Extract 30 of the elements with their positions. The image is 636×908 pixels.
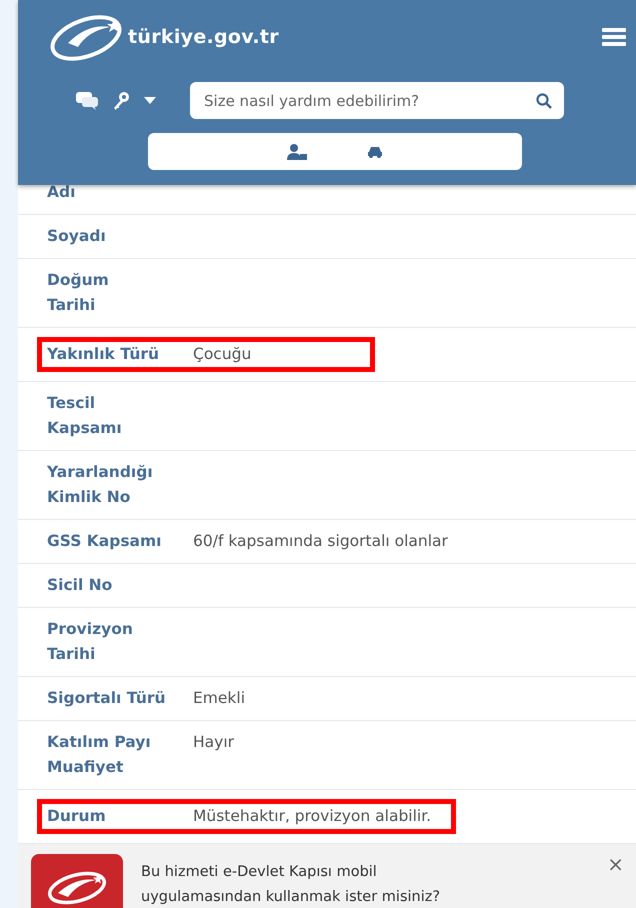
field-value: Hayır [193,732,234,753]
search-icon[interactable] [536,93,552,109]
field-label: Durum [47,806,107,827]
field-value: 60/f kapsamında sigortalı olanlar [193,531,448,552]
field-label: Katılım Payı Muafiyet [47,732,152,778]
app-icon[interactable] [31,854,123,908]
menu-icon[interactable] [602,27,626,47]
field-value: Müstehaktır, provizyon alabilir. [193,806,432,827]
field-label: Provizyon Tarihi [47,619,134,665]
key-icon[interactable] [112,90,130,110]
field-label: Yararlandığı Kimlik No [47,462,154,508]
user-bar[interactable] [148,133,522,170]
field-label: Yakınlık Türü [47,344,160,365]
caret-icon[interactable] [144,97,156,104]
field-label: Sicil No [47,575,114,596]
banner-text: Bu hizmeti e-Devlet Kapısı mobil uygulamasından kullanmak ister misiniz? [141,863,442,907]
field-label: Tescil Kapsamı [47,393,123,439]
field-label: Sigortalı Türü [47,688,167,709]
car-icon [367,146,383,158]
logo-text: türkiye.gov.tr [128,24,279,50]
user-icon [287,144,307,160]
field-label: Soyadı [47,226,107,247]
field-label: Adı [47,182,76,203]
chat-icon[interactable] [76,92,98,110]
close-button[interactable]: × [603,854,628,874]
search-field[interactable]: Size nasıl yardım edebilirim? [190,82,564,119]
field-label: Doğum Tarihi [47,270,110,316]
field-value: Çocuğu [193,344,252,365]
field-value: Emekli [193,688,246,709]
field-label: GSS Kapsamı [47,531,162,552]
